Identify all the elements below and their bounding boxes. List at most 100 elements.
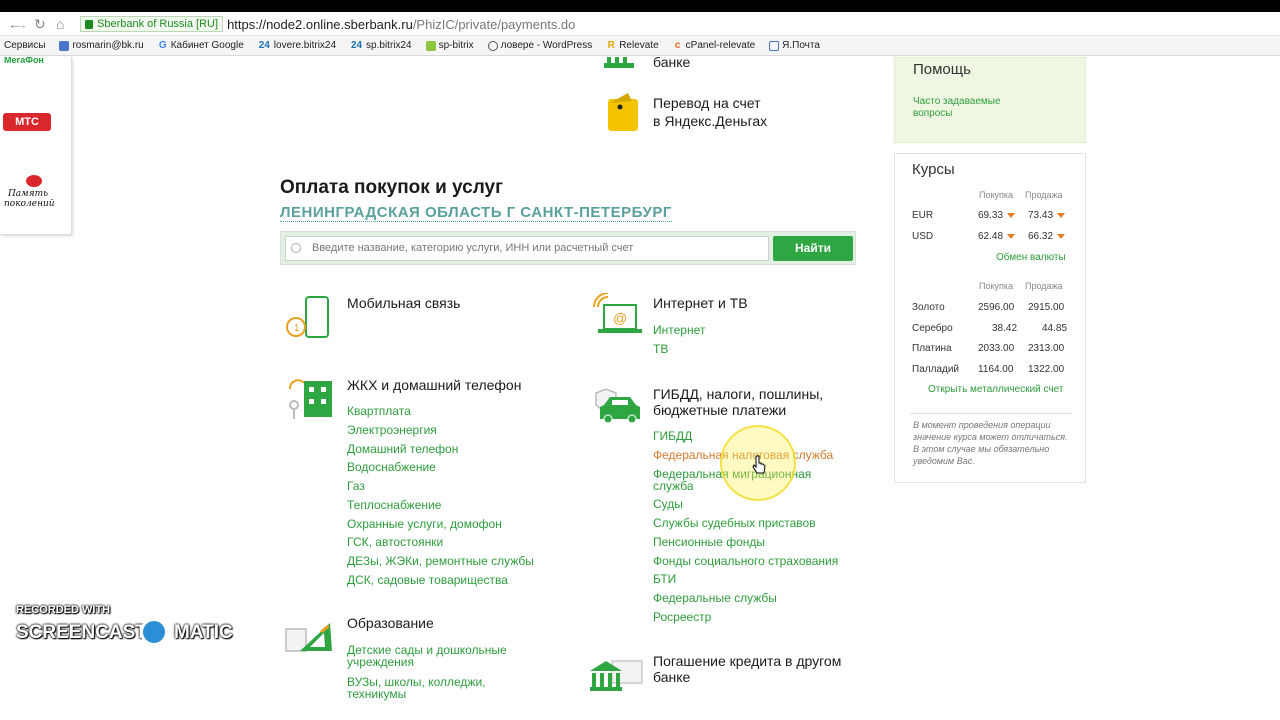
address-bar: ← → ↻ ⌂ Sberbank of Russia [RU] https://… xyxy=(0,12,1280,36)
internet-tv-icon: @ xyxy=(593,293,642,333)
category-gibdd-taxes[interactable]: ГИБДД, налоги, пошлины, xyxy=(653,386,823,403)
search-bar: Введите название, категорию услуги, ИНН … xyxy=(280,231,856,265)
link-bailiffs[interactable]: Службы судебных приставов xyxy=(653,517,816,530)
link-rosreestr[interactable]: Росреестр xyxy=(653,611,711,624)
category-gibdd-taxes-line2[interactable]: бюджетные платежи xyxy=(653,402,786,419)
link-bti[interactable]: БТИ xyxy=(653,573,676,586)
hand-cursor-icon xyxy=(752,455,766,474)
link-education-line2[interactable]: учреждения xyxy=(347,656,414,669)
mail-icon xyxy=(769,40,780,51)
currency-code: USD xyxy=(912,231,934,242)
search-input[interactable]: Введите название, категорию услуги, ИНН … xyxy=(285,236,769,261)
google-icon: G xyxy=(158,39,167,51)
link-housing[interactable]: ГСК, автостоянки xyxy=(347,536,443,549)
mobile-phone-icon: 1 xyxy=(286,296,329,338)
link-migration-service-line2[interactable]: служба xyxy=(653,480,694,493)
bookmark-label: lovere.bitrix24 xyxy=(273,40,337,51)
bookmark-services[interactable]: Сервисы xyxy=(4,40,45,51)
metal-name: Палладий xyxy=(912,364,959,375)
category-credit-repayment-line2[interactable]: банке xyxy=(653,669,690,686)
faq-link[interactable]: Часто задаваемые вопросы xyxy=(913,96,1001,120)
reload-icon[interactable]: ↻ xyxy=(34,16,46,32)
forward-icon[interactable]: → xyxy=(14,16,28,32)
megafon-logo[interactable]: МегаФон xyxy=(4,57,44,65)
screen: ← → ↻ ⌂ Sberbank of Russia [RU] https://… xyxy=(0,0,1280,720)
category-housing[interactable]: ЖКХ и домашний телефон xyxy=(347,377,521,394)
yandex-wallet-icon xyxy=(608,93,638,131)
down-arrow-icon xyxy=(1057,233,1066,239)
logo-line: Память xyxy=(7,189,49,199)
metal-buy: 38.42 xyxy=(992,323,1018,334)
bookmark-label: Кабинет Google xyxy=(170,40,244,51)
bookmark-sp-bitrix24[interactable]: 24 sp.bitrix24 xyxy=(350,40,412,51)
pamyat-pokoleniy-logo[interactable]: Память поколений xyxy=(4,179,55,219)
link-internet[interactable]: Интернет xyxy=(653,324,705,337)
yandex-transfer-line1[interactable]: Перевод на счет xyxy=(653,95,761,112)
page-title: Оплата покупок и услуг xyxy=(280,177,503,198)
metal-buy: 1164.00 xyxy=(978,364,1014,375)
metal-sell: 44.85 xyxy=(1042,323,1068,334)
link-housing[interactable]: ДСК, садовые товарищества xyxy=(347,574,508,587)
link-education-line2[interactable]: техникумы xyxy=(347,688,406,701)
link-gibdd[interactable]: ГИБДД xyxy=(653,430,692,443)
link-social-insurance[interactable]: Фонды социального страхования xyxy=(653,555,838,568)
link-housing[interactable]: Газ xyxy=(347,480,365,493)
region-selector[interactable]: ЛЕНИНГРАДСКАЯ ОБЛАСТЬ Г САНКТ-ПЕТЕРБУРГ xyxy=(280,204,672,222)
help-box: Помощь Часто задаваемые вопросы xyxy=(894,57,1086,143)
down-arrow-icon xyxy=(1007,233,1016,239)
link-pension-funds[interactable]: Пенсионные фонды xyxy=(653,536,765,549)
divider xyxy=(911,413,1071,414)
faq-link-line: Часто задаваемые xyxy=(913,96,1001,107)
bitrix-icon xyxy=(425,40,436,51)
url-host: https://node2.online.sberbank.ru xyxy=(227,16,413,32)
bookmark-yandex-mail[interactable]: Я.Почта xyxy=(769,40,820,51)
metal-buy: 2596.00 xyxy=(978,302,1015,313)
url-field[interactable]: Sberbank of Russia [RU] https://node2.on… xyxy=(80,15,575,33)
currency-exchange-link[interactable]: Обмен валюты xyxy=(996,252,1066,263)
search-button[interactable]: Найти xyxy=(773,236,853,261)
down-arrow-icon xyxy=(1007,212,1016,218)
link-housing[interactable]: ДЕЗы, ЖЭКи, ремонтные службы xyxy=(347,555,534,568)
buy-column-header: Покупка xyxy=(979,281,1014,291)
link-federal-services[interactable]: Федеральные службы xyxy=(653,592,777,605)
bookmark-mail[interactable]: rosmarin@bk.ru xyxy=(59,40,144,51)
cpanel-icon: c xyxy=(674,39,681,51)
bookmark-label: Сервисы xyxy=(4,40,46,51)
open-metal-account-link[interactable]: Открыть металлический счет xyxy=(928,384,1063,395)
link-housing[interactable]: Электроэнергия xyxy=(347,424,437,437)
bank-credit-icon xyxy=(590,660,643,691)
mts-logo[interactable]: МТС xyxy=(3,113,51,131)
bookmark-relevate[interactable]: R Relevate xyxy=(606,40,659,51)
link-housing[interactable]: Охранные услуги, домофон xyxy=(347,518,502,531)
yandex-transfer-line2[interactable]: в Яндекс.Деньгах xyxy=(653,113,767,130)
secure-badge[interactable]: Sberbank of Russia [RU] xyxy=(80,16,224,32)
bookmark-label: ловере - WordPress xyxy=(500,40,593,51)
link-tv[interactable]: ТВ xyxy=(653,343,668,356)
category-mobile[interactable]: Мобильная связь xyxy=(347,295,460,312)
sell-column-header: Продажа xyxy=(1025,281,1063,291)
link-courts[interactable]: Суды xyxy=(653,498,683,511)
link-housing[interactable]: Домашний телефон xyxy=(347,443,458,456)
metal-name: Платина xyxy=(912,343,952,354)
bookmark-label: sp-bitrix xyxy=(438,40,474,51)
bank-transfer-tail[interactable]: банке xyxy=(653,57,690,71)
bookmark-wordpress[interactable]: ловере - WordPress xyxy=(487,40,593,51)
payments-column: банке Перевод на счет в Яндекс.Деньгах О… xyxy=(280,57,860,720)
svg-text:@: @ xyxy=(613,310,627,326)
bookmark-sp-bitrix[interactable]: sp-bitrix xyxy=(425,40,474,51)
home-icon[interactable]: ⌂ xyxy=(56,16,64,32)
link-housing[interactable]: Квартплата xyxy=(347,405,411,418)
down-arrow-icon xyxy=(1057,212,1066,218)
currency-sell: 66.32 xyxy=(1028,231,1066,242)
category-credit-repayment[interactable]: Погашение кредита в другом xyxy=(653,653,841,670)
link-housing[interactable]: Водоснабжение xyxy=(347,461,436,474)
bookmark-label: Relevate xyxy=(619,40,659,51)
metal-sell: 2313.00 xyxy=(1028,343,1065,354)
currency-buy: 69.33 xyxy=(978,210,1016,221)
bookmark-lovere-bitrix[interactable]: 24 lovere.bitrix24 xyxy=(258,40,336,51)
category-education[interactable]: Образование xyxy=(347,615,434,632)
bookmark-google[interactable]: G Кабинет Google xyxy=(158,40,244,51)
category-internet-tv[interactable]: Интернет и ТВ xyxy=(653,295,748,312)
link-housing[interactable]: Теплоснабжение xyxy=(347,499,441,512)
bookmark-cpanel[interactable]: c cPanel-relevate xyxy=(673,40,755,51)
